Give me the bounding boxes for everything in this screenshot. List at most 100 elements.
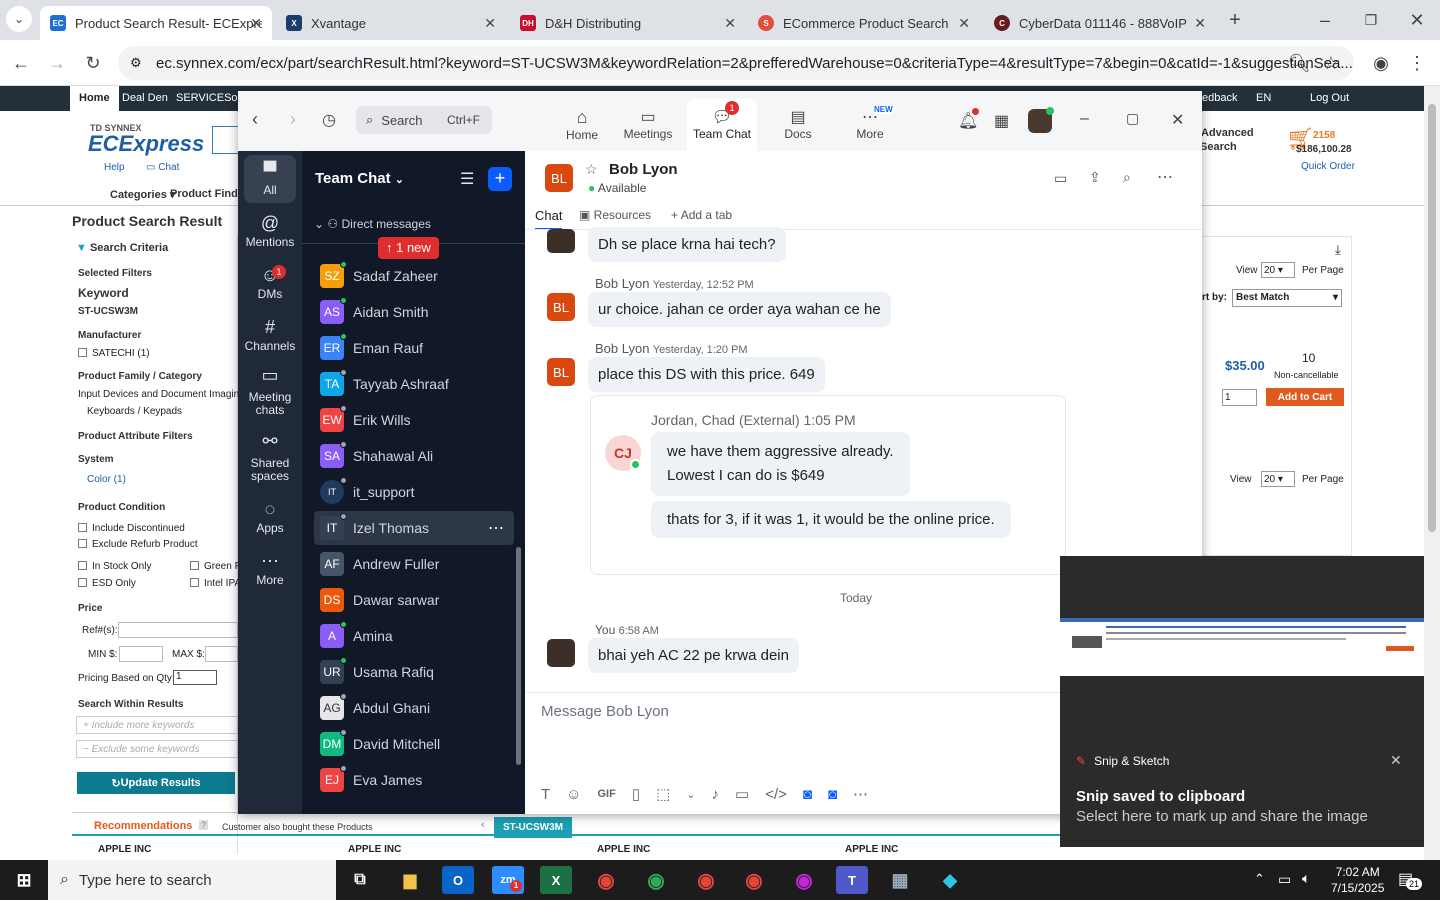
address-bar[interactable]: ⚙ ec.synnex.com/ecx/part/searchResult.ht… <box>118 46 1354 80</box>
more-options-icon[interactable]: ⋯ <box>853 785 868 803</box>
team-chat-menu[interactable]: Team Chat ⌄ <box>315 170 404 187</box>
nav-home[interactable]: Home <box>70 86 119 111</box>
chrome-icon[interactable]: ◉ <box>788 866 820 894</box>
tab-dh-distributing[interactable]: DH D&H Distributing ✕ <box>510 6 746 40</box>
tab-xvantage[interactable]: X Xvantage ✕ <box>276 6 506 40</box>
close-icon[interactable]: ✕ <box>1171 110 1184 130</box>
close-tab-icon[interactable]: ✕ <box>250 15 262 32</box>
minimize-window-icon[interactable]: – <box>1312 7 1338 33</box>
file-explorer-icon[interactable]: ▆ <box>394 866 426 894</box>
add-to-cart-button[interactable]: Add to Cart <box>1266 388 1344 406</box>
product-finder-menu[interactable]: Product Finde <box>170 188 244 200</box>
site-info-icon[interactable]: ⚙ <box>130 55 142 71</box>
close-tab-icon[interactable]: ✕ <box>484 15 496 32</box>
brand-logo[interactable]: ECExpress <box>88 131 204 157</box>
tab-product-search[interactable]: EC Product Search Result- ECExpre ✕ <box>40 6 272 40</box>
more-options-icon[interactable]: ⋯ <box>1157 167 1173 187</box>
checkbox[interactable] <box>78 523 87 532</box>
contact-item[interactable]: AS Aidan Smith <box>314 295 514 329</box>
tab-cyberdata[interactable]: C CyberData 011146 - 888VoIP ✕ <box>984 6 1216 40</box>
contact-item[interactable]: ER Eman Rauf <box>314 331 514 365</box>
new-messages-pill[interactable]: ↑ 1 new <box>378 237 439 259</box>
chrome-icon[interactable]: ◉ <box>690 866 722 894</box>
include-discontinued[interactable]: Include Discontinued <box>78 523 185 534</box>
clock[interactable]: 7:02 AM 7/15/2025 <box>1331 864 1384 896</box>
calculator-icon[interactable]: ▦ <box>884 866 916 894</box>
color-filter[interactable]: Color (1) <box>87 474 126 485</box>
video-message-icon[interactable]: ▭ <box>735 785 749 803</box>
message-input[interactable]: Message Bob Lyon <box>541 703 1061 727</box>
contact-item[interactable]: A Amina <box>314 619 514 653</box>
contact-item[interactable]: AF Andrew Fuller <box>314 547 514 581</box>
taskbar-search[interactable]: ⌕ Type here to search <box>48 860 336 900</box>
update-results-button[interactable]: ↻ Update Results <box>77 772 235 794</box>
format-text-icon[interactable]: T <box>541 786 550 803</box>
chevron-left-icon[interactable]: ‹ <box>481 819 485 831</box>
checkbox[interactable] <box>190 561 199 570</box>
nav-deal-den[interactable]: Deal Den <box>122 92 168 104</box>
calendar-icon[interactable]: ▦ <box>994 111 1009 131</box>
rail-mentions[interactable]: @ Mentions <box>238 213 302 249</box>
notification-center-icon[interactable]: ▤ 21 <box>1398 869 1423 890</box>
forward-icon[interactable]: → <box>44 50 70 76</box>
exclude-keywords-input[interactable]: − Exclude some keywords <box>76 740 238 758</box>
tab-chat[interactable]: Chat <box>535 208 563 230</box>
rail-dms[interactable]: ☺ DMs 1 <box>238 265 302 301</box>
filter-icon[interactable]: ☰ <box>460 169 474 189</box>
bookmark-star-icon[interactable]: ☆ <box>1318 50 1344 76</box>
include-keywords-input[interactable]: + Include more keywords <box>76 716 238 734</box>
sort-select[interactable]: Best Match ▾ <box>1232 289 1342 307</box>
close-window-icon[interactable]: ✕ <box>1404 7 1430 33</box>
file-icon[interactable]: ▯ <box>632 785 640 803</box>
forward-icon[interactable]: › <box>290 109 296 130</box>
view-count-select-bottom[interactable]: 20 ▾ <box>1261 471 1295 487</box>
microphone-icon[interactable]: ♪ <box>712 786 720 803</box>
nav-docs[interactable]: ▤ Docs <box>768 107 828 141</box>
max-input[interactable] <box>205 646 238 662</box>
nav-services[interactable]: SERVICESolv <box>176 92 246 104</box>
tab-ecommerce-search[interactable]: S ECommerce Product Search ✕ <box>748 6 980 40</box>
nav-language[interactable]: EN <box>1256 92 1271 104</box>
chevron-down-icon[interactable]: ⌄ <box>686 788 695 801</box>
profile-icon[interactable]: ◉ <box>1368 50 1394 76</box>
tab-search-icon[interactable]: ⌄ <box>6 6 32 32</box>
contact-item[interactable]: IT it_support <box>314 475 514 509</box>
help-icon[interactable]: ? <box>199 820 209 830</box>
chrome-icon[interactable]: ◉ <box>738 866 770 894</box>
help-link[interactable]: Help <box>104 162 125 173</box>
app-icon[interactable]: ◙ <box>803 786 812 803</box>
rail-channels[interactable]: # Channels <box>238 317 302 353</box>
compose-button[interactable]: + <box>488 167 512 191</box>
nav-home[interactable]: ⌂ Home <box>552 107 612 142</box>
star-icon[interactable]: ☆ <box>585 161 598 178</box>
close-tab-icon[interactable]: ✕ <box>958 15 970 32</box>
rail-apps[interactable]: ◌ Apps <box>238 499 302 535</box>
contact-item[interactable]: AG Abdul Ghani <box>314 691 514 725</box>
app-icon[interactable]: ◙ <box>828 786 837 803</box>
close-tab-icon[interactable]: ✕ <box>724 15 736 32</box>
chrome-icon[interactable]: ◉ <box>640 866 672 894</box>
contact-item[interactable]: DS Dawar sarwar <box>314 583 514 617</box>
quick-order-link[interactable]: Quick Order <box>1301 161 1355 172</box>
nav-team-chat[interactable]: 💬︎ Team Chat 1 <box>687 99 757 151</box>
task-view-icon[interactable]: ⧉ <box>344 866 376 894</box>
ref-input[interactable] <box>118 622 238 638</box>
zoom-icon[interactable]: 🔍︎ <box>1286 50 1312 76</box>
more-options-icon[interactable]: ⋯ <box>488 518 504 538</box>
zoom-taskbar-icon[interactable]: zm 1 <box>492 866 524 894</box>
min-input[interactable] <box>119 646 163 662</box>
direct-messages-header[interactable]: ⌄ ⚇ Direct messages <box>314 217 431 231</box>
windows-start-icon[interactable]: ⊞ <box>8 866 40 894</box>
contact-item[interactable]: IT Izel Thomas ⋯ <box>314 511 514 545</box>
screenshot-icon[interactable]: ⬚ <box>656 785 670 803</box>
video-call-icon[interactable]: ▭ <box>1054 170 1067 187</box>
minimize-icon[interactable]: – <box>1080 110 1089 128</box>
tab-resources[interactable]: ▣ Resources <box>579 208 651 222</box>
exclude-refurb[interactable]: Exclude Refurb Product <box>78 539 198 550</box>
close-icon[interactable]: ✕ <box>1390 752 1402 769</box>
add-qty-input[interactable]: 1 <box>1222 389 1257 406</box>
contact-item[interactable]: EJ Eva James <box>314 763 514 797</box>
search-box[interactable] <box>212 126 240 154</box>
network-icon[interactable]: ▭ <box>1278 871 1291 888</box>
rail-meeting-chats[interactable]: ▭ Meeting chats <box>238 366 302 417</box>
